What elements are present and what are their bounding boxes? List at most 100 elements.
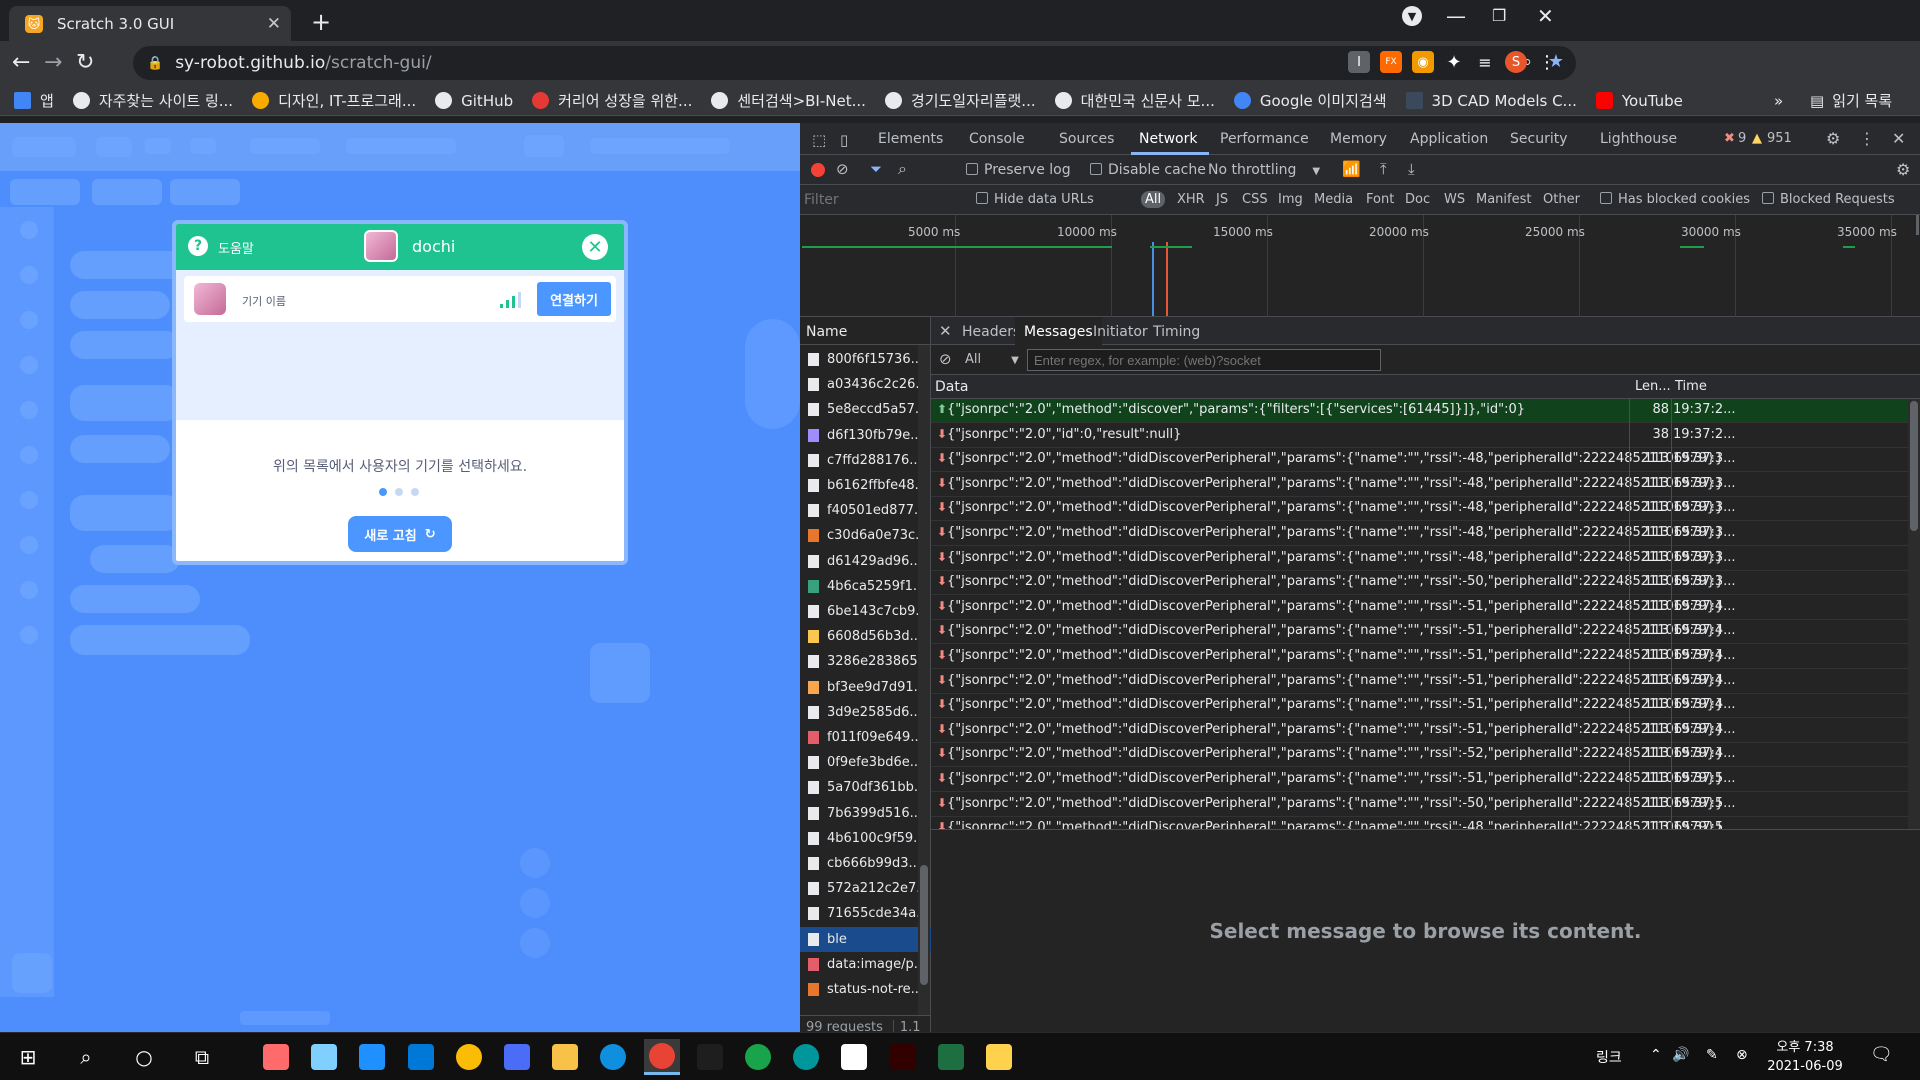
bookmark-item[interactable]: GitHub <box>435 92 513 110</box>
tab-security[interactable]: Security <box>1510 131 1568 147</box>
request-row[interactable]: f011f09e649... <box>800 725 931 750</box>
devtools-close-icon[interactable]: ✕ <box>1892 129 1905 148</box>
illustrator-icon[interactable] <box>885 1039 921 1075</box>
arduino-icon[interactable] <box>788 1039 824 1075</box>
request-row[interactable]: 5e8eccd5a57... <box>800 397 931 422</box>
message-row[interactable]: ⬇ {"jsonrpc":"2.0","method":"didDiscoverP… <box>931 768 1920 792</box>
hide-data-urls-checkbox[interactable]: Hide data URLs <box>976 192 1094 207</box>
type-filter-manifest[interactable]: Manifest <box>1476 192 1531 207</box>
blocked-requests-checkbox[interactable]: Blocked Requests <box>1762 192 1895 207</box>
browser-tab[interactable]: 🐱 Scratch 3.0 GUI ✕ <box>9 6 291 41</box>
message-row[interactable]: ⬇ {"jsonrpc":"2.0","method":"didDiscoverP… <box>931 670 1920 694</box>
network-conditions-icon[interactable]: 📶 <box>1342 160 1361 178</box>
request-row[interactable]: 572a212c2e7... <box>800 876 931 901</box>
tray-link-label[interactable]: 링크 <box>1596 1047 1622 1067</box>
refresh-button[interactable]: 새로 고침 ↻ <box>348 516 452 552</box>
extension-fx-icon[interactable]: FX <box>1380 51 1402 73</box>
pen-icon[interactable]: ✎ <box>1706 1047 1718 1063</box>
time-column-header[interactable]: Time <box>1675 379 1707 394</box>
tab-messages[interactable]: Messages <box>1015 317 1102 345</box>
tab-search-icon[interactable]: ▼ <box>1402 6 1422 26</box>
search-icon[interactable]: ⌕ <box>898 159 907 179</box>
request-row[interactable]: cb666b99d3... <box>800 851 931 876</box>
request-row[interactable]: 800f6f15736... <box>800 347 931 372</box>
file-explorer-icon[interactable] <box>547 1039 583 1075</box>
message-row[interactable]: ⬇ {"jsonrpc":"2.0","id":0,"result":null} 3… <box>931 424 1920 448</box>
record-icon[interactable] <box>811 163 825 177</box>
tab-headers[interactable]: Headers <box>962 324 1020 340</box>
close-window-icon[interactable]: ✕ <box>1537 4 1554 28</box>
reading-list-button[interactable]: ▤ 읽기 목록 <box>1810 90 1892 111</box>
type-filter-other[interactable]: Other <box>1543 192 1580 207</box>
type-filter-ws[interactable]: WS <box>1444 192 1465 207</box>
message-type-select[interactable]: All ▼ <box>965 352 1019 367</box>
excel-icon[interactable] <box>933 1039 969 1075</box>
request-row[interactable]: 6be143c7cb9... <box>800 599 931 624</box>
extension-face-icon[interactable]: ◉ <box>1412 51 1434 73</box>
devtools-settings-icon[interactable]: ⚙ <box>1826 129 1840 148</box>
bookmark-item[interactable]: 커리어 성장을 위한... <box>532 90 692 111</box>
calculator-icon[interactable] <box>499 1039 535 1075</box>
connect-button[interactable]: 연결하기 <box>537 282 611 316</box>
extensions-puzzle-icon[interactable]: ✦ <box>1443 51 1465 73</box>
type-filter-font[interactable]: Font <box>1366 192 1394 207</box>
request-row[interactable]: 5a70df361bb... <box>800 775 931 800</box>
device-list-item[interactable]: 기기 이름 연결하기 <box>184 276 616 322</box>
message-row[interactable]: ⬇ {"jsonrpc":"2.0","method":"didDiscoverP… <box>931 497 1920 522</box>
network-filter-input[interactable] <box>804 190 964 210</box>
bookmark-item[interactable]: 자주찾는 사이트 링... <box>72 90 233 111</box>
tab-elements[interactable]: Elements <box>878 131 943 147</box>
search-icon[interactable]: ⌕ <box>68 1039 104 1075</box>
paint-icon[interactable] <box>258 1039 294 1075</box>
request-row[interactable]: ble <box>800 926 931 952</box>
bookmark-item[interactable]: 경기도일자리플랫... <box>884 90 1036 111</box>
close-tab-icon[interactable]: ✕ <box>267 14 281 34</box>
help-icon[interactable]: ? <box>188 236 208 256</box>
request-row[interactable]: a03436c2c26... <box>800 372 931 397</box>
bookmark-item[interactable]: 대한민국 신문사 모... <box>1054 90 1215 111</box>
cortana-icon[interactable]: ○ <box>126 1039 162 1075</box>
message-row[interactable]: ⬆ {"jsonrpc":"2.0","method":"discover","p… <box>931 399 1920 423</box>
new-tab-icon[interactable]: + <box>311 8 331 36</box>
refresh-app-icon[interactable] <box>740 1039 776 1075</box>
length-column-header[interactable]: Len... <box>1635 379 1671 394</box>
message-row[interactable]: ⬇ {"jsonrpc":"2.0","method":"didDiscoverP… <box>931 596 1920 620</box>
message-row[interactable]: ⬇ {"jsonrpc":"2.0","method":"didDiscoverP… <box>931 793 1920 817</box>
bookmarks-overflow[interactable]: » <box>1774 92 1783 110</box>
devtools-menu-icon[interactable]: ⋮ <box>1859 129 1875 148</box>
network-timeline[interactable]: 5000 ms 10000 ms 15000 ms 20000 ms 25000… <box>800 215 1920 317</box>
import-har-icon[interactable]: ⤒ <box>1380 160 1387 178</box>
windows-start-icon[interactable]: ⊞ <box>10 1039 46 1075</box>
request-row[interactable]: 0f9efe3bd6e... <box>800 750 931 775</box>
message-row[interactable]: ⬇ {"jsonrpc":"2.0","method":"didDiscoverP… <box>931 522 1920 546</box>
tab-performance[interactable]: Performance <box>1220 131 1309 147</box>
request-row[interactable]: 4b6ca5259f1... <box>800 574 931 599</box>
minimize-icon[interactable]: — <box>1446 4 1466 28</box>
action-center-icon[interactable]: 🗨 <box>1870 1044 1893 1065</box>
help-label[interactable]: 도움말 <box>218 238 254 257</box>
terminal-icon[interactable] <box>692 1039 728 1075</box>
chrome-menu-icon[interactable]: ⋮ <box>1536 51 1558 73</box>
message-row[interactable]: ⬇ {"jsonrpc":"2.0","method":"didDiscoverP… <box>931 620 1920 645</box>
message-regex-input[interactable] <box>1027 349 1381 371</box>
message-row[interactable]: ⬇ {"jsonrpc":"2.0","method":"didDiscoverP… <box>931 719 1920 743</box>
bookmark-item[interactable]: 센터검색>BI-Net... <box>711 90 866 111</box>
bookmark-item[interactable]: 디자인, IT-프로그래... <box>252 90 416 111</box>
request-row[interactable]: data:image/p... <box>800 952 931 977</box>
extension-icon[interactable]: I <box>1348 51 1370 73</box>
restore-icon[interactable]: ❐ <box>1492 6 1506 25</box>
request-row[interactable]: 71655cde34a... <box>800 901 931 926</box>
request-row[interactable]: b6162ffbfe48... <box>800 473 931 498</box>
notification-off-icon[interactable]: ⊗ <box>1736 1047 1748 1063</box>
message-row[interactable]: ⬇ {"jsonrpc":"2.0","method":"didDiscoverP… <box>931 645 1920 669</box>
timeline-handle[interactable] <box>1916 215 1919 235</box>
forward-icon[interactable]: → <box>44 50 62 75</box>
request-row[interactable]: 3d9e2585d6... <box>800 700 931 725</box>
request-row[interactable]: 3286e283865... <box>800 649 931 674</box>
volume-icon[interactable]: 🔊 <box>1672 1047 1689 1063</box>
close-detail-icon[interactable]: ✕ <box>939 322 952 340</box>
type-filter-media[interactable]: Media <box>1314 192 1353 207</box>
data-column-header[interactable]: Data <box>935 379 968 395</box>
edge-icon[interactable] <box>595 1039 631 1075</box>
bookmark-apps[interactable]: 앱 <box>14 90 54 111</box>
